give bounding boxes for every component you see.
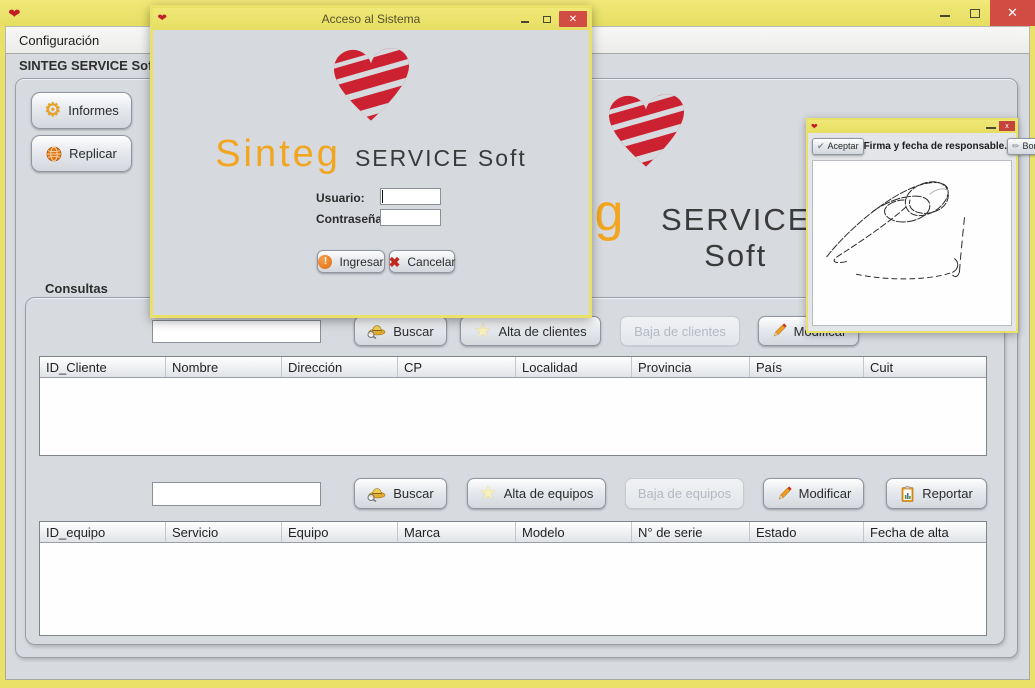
globe-icon [46, 146, 62, 162]
usuario-input[interactable] [380, 188, 441, 205]
col-estado[interactable]: Estado [750, 522, 864, 542]
col-id-cliente[interactable]: ID_Cliente [40, 357, 166, 377]
replicar-button[interactable]: Replicar [31, 135, 132, 172]
clients-table-header: ID_Cliente Nombre Dirección CP Localidad… [40, 357, 986, 378]
alta-equipos-button[interactable]: ★ Alta de equipos [467, 478, 606, 509]
signature-drawing [813, 161, 1011, 325]
baja-equipos-button[interactable]: Baja de equipos [625, 478, 744, 509]
col-id-equipo[interactable]: ID_equipo [40, 522, 166, 542]
alta-equipos-label: Alta de equipos [504, 486, 594, 501]
aceptar-label: Aceptar [828, 141, 859, 151]
alta-clientes-button[interactable]: ★ Alta de clientes [460, 316, 601, 346]
equipment-table-body[interactable] [40, 543, 986, 635]
equipment-search-input[interactable] [152, 482, 321, 506]
buscar-clientes-button[interactable]: Buscar [354, 316, 447, 346]
client-search-input[interactable] [152, 320, 321, 343]
dialog-close-button[interactable]: ✕ [559, 11, 587, 27]
minimize-button[interactable] [930, 0, 960, 26]
col-localidad[interactable]: Localidad [516, 357, 632, 377]
signature-titlebar[interactable]: ❤ x [808, 120, 1016, 133]
login-dialog: ❤ Acceso al Sistema ✕ [150, 5, 592, 318]
cancelar-button[interactable]: ✖ Cancelar [389, 250, 455, 273]
modificar-equipo-label: Modificar [799, 486, 852, 501]
baja-clientes-label: Baja de clientes [634, 324, 726, 339]
equipment-table: ID_equipo Servicio Equipo Marca Modelo N… [39, 521, 987, 636]
buscar-clientes-label: Buscar [393, 324, 433, 339]
baja-clientes-button[interactable]: Baja de clientes [620, 316, 740, 346]
contrasena-label: Contraseña: [316, 212, 386, 226]
dialog-maximize-button[interactable] [537, 11, 557, 27]
buscar-equipos-label: Buscar [393, 486, 433, 501]
app-logo-icon: ❤ [811, 123, 818, 131]
contrasena-input[interactable] [380, 209, 441, 226]
signature-toolbar: ✔ Aceptar Firma y fecha de responsable. … [808, 133, 1016, 159]
col-nombre[interactable]: Nombre [166, 357, 282, 377]
equipment-table-header: ID_equipo Servicio Equipo Marca Modelo N… [40, 522, 986, 543]
col-servicio[interactable]: Servicio [166, 522, 282, 542]
col-num-serie[interactable]: N° de serie [632, 522, 750, 542]
star-icon: ★ [480, 484, 497, 503]
heart-logo-icon [319, 36, 423, 128]
signature-minimize-button[interactable] [986, 127, 996, 129]
col-equipo[interactable]: Equipo [282, 522, 398, 542]
informes-button[interactable]: ⚙ Informes [31, 92, 132, 129]
pencil-icon [771, 323, 787, 339]
aceptar-firma-button[interactable]: ✔ Aceptar [812, 138, 864, 155]
cancelar-label: Cancelar [407, 255, 455, 269]
col-pais[interactable]: País [750, 357, 864, 377]
reportar-label: Reportar [922, 486, 973, 501]
ingresar-button[interactable]: ! Ingresar [317, 250, 385, 273]
red-x-icon: ✖ [389, 255, 401, 269]
col-direccion[interactable]: Dirección [282, 357, 398, 377]
logo-name-text: Sinteg [215, 133, 341, 176]
search-hat-icon [367, 323, 386, 339]
baja-equipos-label: Baja de equipos [638, 486, 731, 501]
clients-table: ID_Cliente Nombre Dirección CP Localidad… [39, 356, 987, 456]
signature-window: ❤ x ✔ Aceptar Firma y fecha de responsab… [806, 118, 1018, 333]
borrar-firma-button[interactable]: ✏ Borrar [1007, 138, 1035, 155]
eraser-icon: ✏ [1012, 142, 1020, 151]
gear-icon: ⚙ [44, 101, 61, 120]
logo-suffix-text: SERVICE Soft [355, 145, 527, 172]
text-caret [382, 190, 383, 203]
ingresar-label: Ingresar [339, 255, 383, 269]
close-button[interactable]: ✕ [990, 0, 1035, 26]
tab-sinteg-service-soft[interactable]: SINTEG SERVICE Soft [19, 58, 157, 73]
reportar-button[interactable]: Reportar [886, 478, 987, 509]
clients-table-body[interactable] [40, 378, 986, 455]
usuario-label: Usuario: [316, 191, 365, 205]
borrar-label: Borrar [1023, 141, 1035, 151]
signature-close-button[interactable]: x [999, 121, 1015, 131]
maximize-button[interactable] [960, 0, 990, 26]
informes-label: Informes [68, 103, 119, 118]
check-icon: ✔ [817, 142, 825, 151]
col-cuit[interactable]: Cuit [864, 357, 985, 377]
signature-title: Firma y fecha de responsable. [864, 141, 1007, 152]
col-modelo[interactable]: Modelo [516, 522, 632, 542]
col-provincia[interactable]: Provincia [632, 357, 750, 377]
search-hat-icon [367, 486, 386, 502]
alta-clientes-label: Alta de clientes [498, 324, 586, 339]
menu-configuracion[interactable]: Configuración [6, 33, 112, 48]
login-dialog-logo: Sinteg SERVICE Soft [153, 36, 589, 176]
desktop: ❤ ✕ Configuración SINTEG SERVICE Soft ⚙ … [0, 0, 1035, 688]
orange-circle-icon: ! [318, 255, 332, 269]
pencil-icon [776, 486, 792, 502]
modificar-equipo-button[interactable]: Modificar [763, 478, 864, 509]
buscar-equipos-button[interactable]: Buscar [354, 478, 447, 509]
col-fecha-alta[interactable]: Fecha de alta [864, 522, 985, 542]
report-clipboard-icon [900, 486, 915, 502]
login-dialog-titlebar[interactable]: ❤ Acceso al Sistema ✕ [153, 8, 589, 30]
star-icon: ★ [474, 322, 491, 341]
dialog-minimize-button[interactable] [515, 11, 535, 27]
consultas-label: Consultas [45, 281, 108, 296]
replicar-label: Replicar [69, 146, 117, 161]
col-cp[interactable]: CP [398, 357, 516, 377]
col-marca[interactable]: Marca [398, 522, 516, 542]
signature-canvas[interactable] [812, 160, 1012, 326]
app-logo-icon: ❤ [8, 7, 21, 20]
